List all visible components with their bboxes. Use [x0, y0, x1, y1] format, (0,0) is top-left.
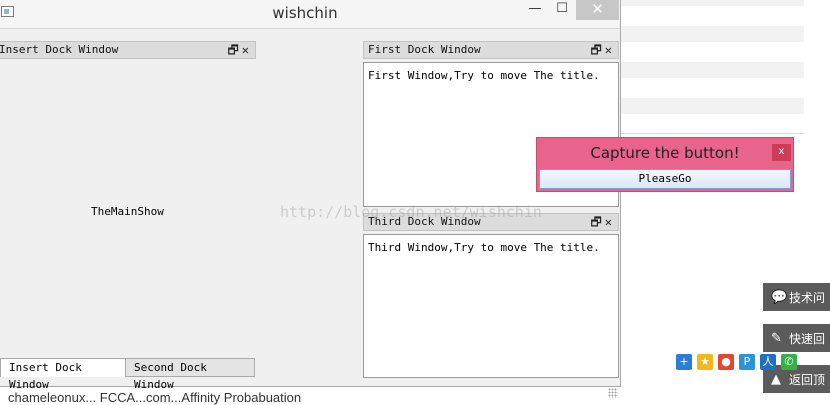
dock-text: Third Window,Try to move The title. [368, 241, 600, 254]
tencent-icon[interactable]: P [739, 354, 755, 370]
float-icon[interactable]: 🗗 [590, 215, 604, 229]
watermark: http://blog.csdn.net/wishchin [280, 203, 542, 221]
background-strip [620, 0, 804, 6]
background-strip [620, 98, 804, 114]
background-strip [620, 26, 804, 42]
close-button[interactable]: ✕ [576, 0, 619, 20]
renren-icon[interactable]: 人 [760, 354, 776, 370]
share-icons: + ★ ● P 人 ✆ [676, 354, 797, 370]
chat-bubble-icon: 💬 [771, 289, 788, 305]
popup-close-button[interactable]: x [772, 144, 791, 161]
close-icon[interactable]: ✕ [242, 43, 252, 57]
close-icon[interactable]: ✕ [605, 215, 615, 229]
dock-text: First Window,Try to move The title. [368, 69, 600, 82]
resize-grip[interactable] [608, 388, 618, 398]
side-button-label: 返回顶 [789, 372, 826, 387]
minimize-button[interactable]: — [523, 0, 547, 20]
arrow-up-icon: ▲ [771, 371, 781, 387]
window-title: wishchin [272, 4, 338, 22]
dock-title: Insert Dock Window [0, 43, 119, 56]
float-icon[interactable]: 🗗 [227, 43, 241, 57]
main-window: wishchin — ☐ ✕ Insert Dock Window 🗗✕ The… [0, 0, 621, 398]
background-strip [620, 62, 804, 78]
capture-popup: Capture the button! x PleaseGo [536, 137, 794, 192]
maximize-button[interactable]: ☐ [550, 0, 574, 20]
background-divider [620, 133, 804, 134]
qzone-icon[interactable]: ★ [697, 354, 713, 370]
pencil-icon: ✎ [771, 330, 782, 346]
float-icon[interactable]: 🗗 [590, 43, 604, 57]
insert-dock-title-bar[interactable]: Insert Dock Window 🗗✕ [0, 41, 256, 59]
central-widget-label: TheMainShow [91, 205, 164, 218]
plus-icon[interactable]: + [676, 354, 692, 370]
side-button-tech-question[interactable]: 💬 技术问 [763, 283, 830, 311]
side-button-label: 技术问 [789, 290, 826, 305]
close-icon[interactable]: ✕ [605, 43, 615, 57]
side-button-quick-reply[interactable]: ✎ 快速回 [763, 324, 830, 352]
title-bar[interactable]: wishchin — ☐ ✕ [0, 0, 620, 29]
dock-title: First Dock Window [368, 43, 481, 56]
first-dock-title-bar[interactable]: First Dock Window 🗗✕ [363, 41, 619, 59]
tab-second-dock-window[interactable]: Second Dock Window [125, 358, 255, 391]
please-go-button[interactable]: PleaseGo [539, 169, 791, 189]
weibo-icon[interactable]: ● [718, 354, 734, 370]
popup-title: Capture the button! [590, 144, 740, 162]
wechat-icon[interactable]: ✆ [781, 354, 797, 370]
third-dock-text-area[interactable]: Third Window,Try to move The title. [363, 234, 619, 378]
side-button-label: 快速回 [789, 331, 826, 346]
tab-insert-dock-window[interactable]: Insert Dock Window [0, 358, 126, 391]
